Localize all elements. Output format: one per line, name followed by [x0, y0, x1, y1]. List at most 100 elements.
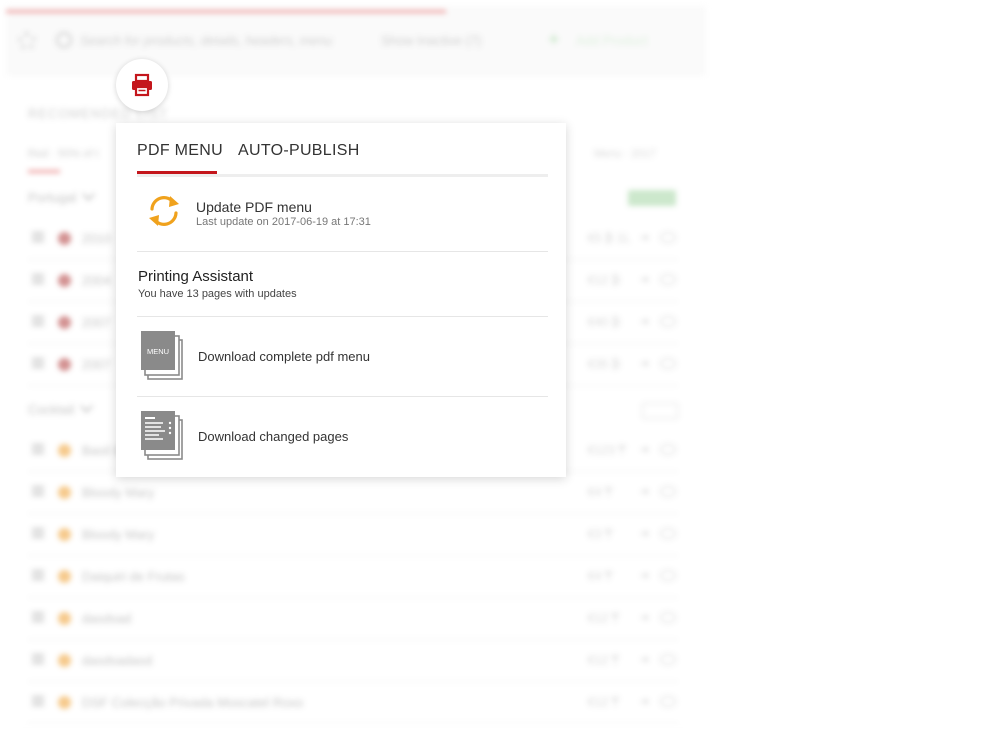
category-dot	[58, 612, 71, 625]
assistant-subtitle: You have 13 pages with updates	[138, 288, 297, 300]
drag-handle-icon	[32, 232, 44, 243]
item-name: DSF Colecção Privada Moscatel Roxo	[82, 695, 304, 710]
item-price: €12 ₸	[588, 695, 619, 709]
group-name: Cocktail	[28, 402, 75, 417]
item-name: 2007	[82, 357, 111, 372]
group-name: Portugal	[28, 190, 77, 205]
drag-handle-icon	[32, 696, 44, 707]
download-complete-label: Download complete pdf menu	[198, 349, 370, 364]
download-changed-button[interactable]: Download changed pages	[137, 396, 548, 476]
eye-icon	[660, 444, 676, 455]
print-button[interactable]	[116, 59, 168, 111]
add-product-button: Add Product	[576, 33, 648, 48]
item-price: €3 ₸	[588, 527, 613, 541]
printing-assistant-section: Printing Assistant You have 13 pages wit…	[137, 251, 548, 317]
item-price: €40 ₿	[588, 315, 621, 329]
category-dot	[58, 316, 71, 329]
item-name: 2010	[82, 231, 111, 246]
item-name: Bloody Mary	[82, 527, 155, 542]
filter-underline	[28, 170, 60, 173]
list-item: dasdsadasd €12 ₸ ➜	[28, 640, 678, 682]
tab-pdf-menu[interactable]: PDF MENU	[137, 142, 223, 160]
search-icon	[56, 32, 72, 48]
eye-icon	[660, 316, 676, 327]
arrow-icon: ➜	[640, 528, 650, 540]
category-dot	[58, 570, 71, 583]
arrow-icon: ➜	[640, 444, 650, 456]
eye-icon	[660, 612, 676, 623]
list-item: Bloody Mary €3 ₸ ➜	[28, 514, 678, 556]
drag-handle-icon	[32, 316, 44, 327]
eye-icon	[660, 486, 676, 497]
eye-icon	[660, 528, 676, 539]
plus-icon: +	[548, 29, 560, 51]
popover-tabs: PDF MENU AUTO-PUBLISH	[137, 123, 548, 177]
eye-icon	[660, 358, 676, 369]
show-inactive-toggle: Show Inactive (7)	[381, 33, 482, 48]
drag-handle-icon	[32, 570, 44, 581]
eye-icon	[660, 696, 676, 707]
arrow-icon: ➜	[640, 612, 650, 624]
refresh-icon	[149, 196, 179, 226]
item-price: €12 ₿	[588, 273, 621, 287]
category-dot	[58, 358, 71, 371]
arrow-icon: ➜	[640, 696, 650, 708]
list-item: Bloody Mary €4 ₸ ➜	[28, 472, 678, 514]
progress-line	[6, 10, 446, 13]
item-price: €123 ₸	[588, 443, 626, 457]
item-price: €4 ₸	[588, 569, 613, 583]
eye-icon	[660, 232, 676, 243]
item-name: 2004	[82, 273, 111, 288]
item-price: €12 ₸	[588, 653, 619, 667]
download-complete-button[interactable]: MENU Download complete pdf menu	[137, 316, 548, 397]
category-dot	[58, 696, 71, 709]
category-dot	[58, 654, 71, 667]
item-price: €35 ₿	[588, 357, 621, 371]
drag-handle-icon	[32, 528, 44, 539]
group-header: Cocktail	[28, 400, 94, 417]
group-header: Portugal	[28, 188, 96, 205]
category-dot	[58, 232, 71, 245]
chevron-down-icon	[80, 400, 94, 413]
drag-handle-icon	[32, 486, 44, 497]
drag-handle-icon	[32, 654, 44, 665]
arrow-icon: ➜	[640, 654, 650, 666]
list-item: dasdsad €12 ₸ ➜	[28, 598, 678, 640]
category-dot	[58, 444, 71, 457]
arrow-icon: ➜	[640, 570, 650, 582]
drag-handle-icon	[32, 444, 44, 455]
download-changed-label: Download changed pages	[198, 429, 349, 444]
tab-auto-publish[interactable]: AUTO-PUBLISH	[238, 142, 360, 160]
item-price: €4 ₸	[588, 485, 613, 499]
assistant-title: Printing Assistant	[138, 268, 254, 285]
item-name: dasdsadasd	[82, 653, 153, 668]
changed-pages-stack-icon	[141, 411, 183, 460]
item-name: Bloody Mary	[82, 485, 155, 500]
search-input: Search for products, details, headers, m…	[80, 33, 333, 48]
printer-icon	[132, 73, 152, 97]
pdf-menu-popover: PDF MENU AUTO-PUBLISH Update PDF menu La…	[116, 123, 566, 477]
category-dot	[58, 528, 71, 541]
arrow-icon: ➜	[640, 232, 650, 244]
drag-handle-icon	[32, 274, 44, 285]
toolbar: Search for products, details, headers, m…	[6, 24, 706, 60]
pdf-menu-stack-icon: MENU	[141, 331, 183, 380]
gear-icon	[18, 32, 36, 50]
arrow-icon: ➜	[640, 358, 650, 370]
category-dot	[58, 486, 71, 499]
group-badge	[642, 403, 678, 419]
status-badge	[628, 190, 676, 206]
update-pdf-menu-button[interactable]: Update PDF menu Last update on 2017-06-1…	[137, 178, 548, 252]
list-item: Daiquiri de Frutas €4 ₸ ➜	[28, 556, 678, 598]
filter-text: Red · 50% of t	[28, 148, 99, 160]
item-name: Daiquiri de Frutas	[82, 569, 185, 584]
filter-right-text: Menu · 2017	[594, 148, 656, 160]
arrow-icon: ➜	[640, 486, 650, 498]
list-item: DSF Colecção Privada Moscatel Roxo €12 ₸…	[28, 682, 678, 724]
eye-icon	[660, 654, 676, 665]
eye-icon	[660, 570, 676, 581]
drag-handle-icon	[32, 358, 44, 369]
arrow-icon: ➜	[640, 274, 650, 286]
update-title: Update PDF menu	[196, 199, 312, 215]
menu-icon-text: MENU	[147, 347, 169, 356]
